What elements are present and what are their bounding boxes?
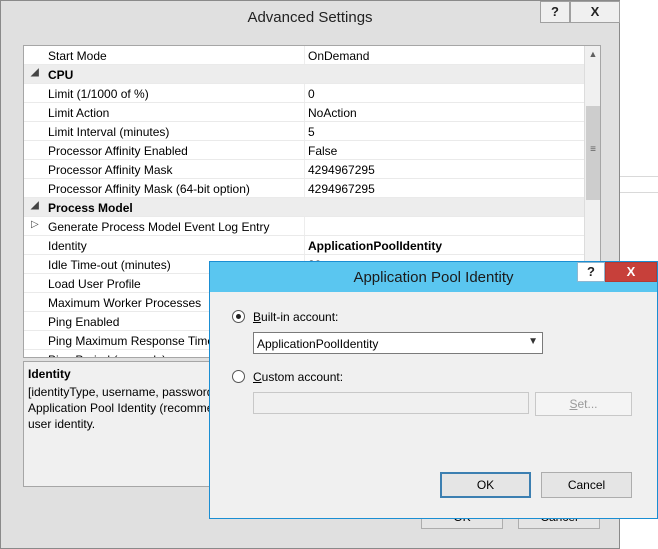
radio-selected-dot bbox=[236, 314, 241, 319]
category-label: CPU bbox=[48, 68, 74, 82]
column-separator bbox=[304, 160, 305, 178]
builtin-account-label[interactable]: Built-in account: bbox=[253, 310, 338, 324]
custom-account-field[interactable] bbox=[253, 392, 529, 414]
category-row[interactable]: ◢ Process Model bbox=[24, 198, 584, 217]
app-pool-identity-dialog: Application Pool Identity ? X Built-in a… bbox=[209, 261, 658, 519]
property-row[interactable]: Limit (1/1000 of %) 0 bbox=[24, 84, 584, 103]
column-separator bbox=[304, 236, 305, 254]
property-row[interactable]: Start Mode OnDemand bbox=[24, 46, 584, 65]
property-name: Ping Enabled bbox=[48, 315, 120, 329]
property-row[interactable]: Limit Action NoAction bbox=[24, 103, 584, 122]
column-separator bbox=[304, 84, 305, 102]
builtin-account-dropdown[interactable]: ApplicationPoolIdentity ▼ bbox=[253, 332, 543, 354]
scroll-up-arrow-icon[interactable]: ▲ bbox=[585, 46, 600, 63]
property-name: Start Mode bbox=[48, 49, 107, 63]
column-separator bbox=[304, 46, 305, 64]
dialog-titlebar: Application Pool Identity ? X bbox=[210, 262, 657, 292]
custom-label-text: ustom account: bbox=[261, 370, 344, 384]
expand-icon[interactable]: ▷ bbox=[31, 219, 39, 230]
bg-divider bbox=[620, 176, 658, 177]
property-name: Processor Affinity Mask (64-bit option) bbox=[48, 182, 250, 196]
property-row[interactable]: Processor Affinity Enabled False bbox=[24, 141, 584, 160]
collapse-icon[interactable]: ◢ bbox=[31, 67, 39, 78]
column-separator bbox=[304, 179, 305, 197]
property-name: Identity bbox=[48, 239, 87, 253]
property-name: Ping Period (seconds) bbox=[48, 353, 166, 357]
property-value: 4294967295 bbox=[308, 163, 375, 177]
property-row[interactable]: Processor Affinity Mask (64-bit option) 4… bbox=[24, 179, 584, 198]
property-value: NoAction bbox=[308, 106, 357, 120]
property-value: OnDemand bbox=[308, 49, 370, 63]
custom-mnemonic: C bbox=[253, 370, 262, 384]
close-button[interactable]: X bbox=[570, 1, 620, 23]
property-name: Limit Action bbox=[48, 106, 110, 120]
collapse-icon[interactable]: ◢ bbox=[31, 200, 39, 211]
property-name: Load User Profile bbox=[48, 277, 141, 291]
chevron-down-icon: ▼ bbox=[528, 336, 538, 347]
bg-divider bbox=[620, 192, 658, 193]
property-name: Processor Affinity Mask bbox=[48, 163, 173, 177]
help-button[interactable]: ? bbox=[540, 1, 570, 23]
column-separator bbox=[304, 122, 305, 140]
category-label: Process Model bbox=[48, 201, 133, 215]
property-name: Maximum Worker Processes bbox=[48, 296, 202, 310]
set-mnemonic: S bbox=[569, 397, 578, 411]
property-name: Limit (1/1000 of %) bbox=[48, 87, 149, 101]
property-value: 5 bbox=[308, 125, 315, 139]
dialog-close-button[interactable]: X bbox=[605, 262, 657, 282]
property-name: Processor Affinity Enabled bbox=[48, 144, 188, 158]
builtin-account-value: ApplicationPoolIdentity bbox=[257, 337, 379, 351]
column-separator bbox=[304, 141, 305, 159]
custom-account-label[interactable]: Custom account: bbox=[253, 370, 343, 384]
property-value: ApplicationPoolIdentity bbox=[308, 239, 442, 253]
set-button[interactable]: Set... bbox=[535, 392, 632, 416]
property-name: Generate Process Model Event Log Entry bbox=[48, 220, 270, 234]
property-row[interactable]: Identity ApplicationPoolIdentity bbox=[24, 236, 584, 255]
advanced-settings-titlebar: Advanced Settings ? X bbox=[1, 1, 620, 35]
property-name: Ping Maximum Response Time bbox=[48, 334, 215, 348]
category-row[interactable]: ◢ CPU bbox=[24, 65, 584, 84]
window-title: Advanced Settings bbox=[247, 9, 373, 26]
builtin-account-radio[interactable] bbox=[232, 310, 245, 323]
builtin-mnemonic: B bbox=[253, 310, 262, 324]
column-separator bbox=[304, 103, 305, 121]
scroll-grip-icon: ≡ bbox=[590, 144, 596, 155]
custom-account-radio[interactable] bbox=[232, 370, 245, 383]
property-value: 4294967295 bbox=[308, 182, 375, 196]
column-separator bbox=[304, 217, 305, 235]
dialog-ok-button[interactable]: OK bbox=[440, 472, 531, 498]
property-value: 0 bbox=[308, 87, 315, 101]
property-value: False bbox=[308, 144, 338, 158]
property-row[interactable]: Limit Interval (minutes) 5 bbox=[24, 122, 584, 141]
property-row[interactable]: Processor Affinity Mask 4294967295 bbox=[24, 160, 584, 179]
dialog-cancel-button[interactable]: Cancel bbox=[541, 472, 632, 498]
property-name: Idle Time-out (minutes) bbox=[48, 258, 171, 272]
dialog-help-button[interactable]: ? bbox=[577, 262, 605, 282]
property-name: Limit Interval (minutes) bbox=[48, 125, 170, 139]
property-row[interactable]: ▷ Generate Process Model Event Log Entry bbox=[24, 217, 584, 236]
builtin-label-text: uilt-in account: bbox=[261, 310, 339, 324]
set-label-text: et... bbox=[577, 397, 598, 411]
description-title: Identity bbox=[28, 367, 71, 381]
